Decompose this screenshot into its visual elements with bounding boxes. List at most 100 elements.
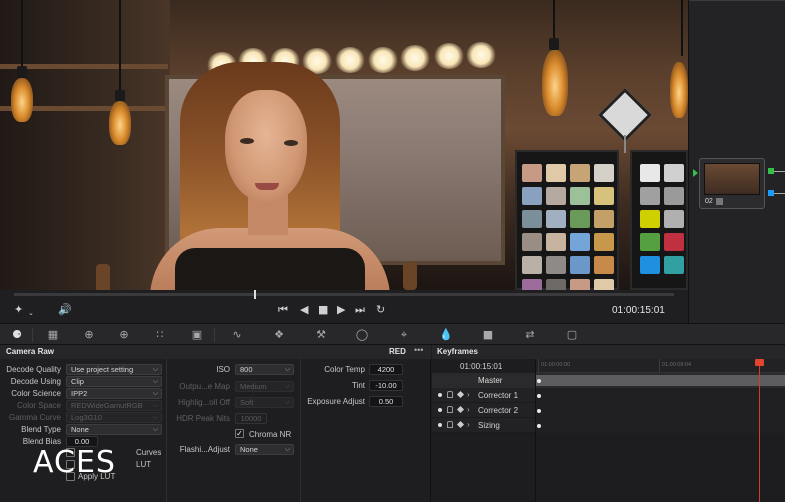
- scrub-playhead[interactable]: [254, 290, 256, 299]
- overlay-caption: ACES: [33, 445, 116, 480]
- color-science-select[interactable]: IPP2 ⌵: [66, 388, 162, 399]
- node-enable-icon[interactable]: [438, 423, 442, 427]
- row-name: Sizing: [478, 421, 500, 430]
- checker-swatch: [640, 256, 660, 274]
- highlight-rolloff-label: Highlig...oll Off: [178, 398, 230, 407]
- scrub-bar[interactable]: [14, 293, 674, 296]
- keyframe-marker[interactable]: [537, 379, 541, 383]
- color-temp-field[interactable]: 4200: [369, 364, 403, 375]
- keyframe-mode-icon[interactable]: [456, 420, 465, 429]
- keyframes-title: Keyframes: [437, 347, 478, 356]
- color-temp-label: Color Temp: [324, 365, 365, 374]
- qualifier-icon[interactable]: ⚒: [314, 328, 328, 341]
- viewer-timecode: 01:00:15:01: [612, 305, 665, 316]
- lock-icon[interactable]: [447, 406, 453, 413]
- camera-raw-header: Camera Raw RED •••: [0, 345, 431, 359]
- cord: [119, 0, 121, 92]
- blend-type-select[interactable]: None ⌵: [66, 424, 162, 435]
- node-input-icon[interactable]: [693, 169, 698, 177]
- bulb: [335, 47, 365, 73]
- color-match-icon[interactable]: ▦: [46, 328, 60, 341]
- node-graph-panel[interactable]: 02: [688, 0, 785, 323]
- color-warper-icon[interactable]: ❖: [272, 328, 286, 341]
- keyframes-playhead[interactable]: [759, 359, 760, 502]
- stop-icon[interactable]: ■: [318, 303, 328, 317]
- highlight-picker-icon[interactable]: ✦: [14, 303, 23, 317]
- chevron-right-icon[interactable]: ›: [467, 405, 470, 414]
- gamma-curve-select[interactable]: Log3G10 ⌵: [66, 412, 162, 423]
- chevron-down-icon: ⌵: [152, 414, 158, 421]
- iso-select[interactable]: 800 ⌵: [235, 364, 294, 375]
- keyframe-marker[interactable]: [537, 394, 541, 398]
- row-track[interactable]: [536, 388, 785, 403]
- go-to-end-icon[interactable]: ⏭: [355, 303, 365, 317]
- play-icon[interactable]: ▶: [337, 303, 345, 317]
- chevron-down-icon: ⌵: [152, 366, 158, 373]
- rgb-mixer-icon[interactable]: ∷: [153, 328, 167, 341]
- keyframe-row-corrector-2[interactable]: › Corrector 2: [432, 403, 785, 418]
- checker-swatch: [570, 256, 590, 274]
- motion-effects-icon[interactable]: ▣: [190, 328, 204, 341]
- color-wheels-icon[interactable]: ⊕: [82, 328, 96, 341]
- output-tone-map-label: Outpu...e Map: [179, 382, 230, 391]
- row-track[interactable]: [536, 418, 785, 433]
- color-node[interactable]: 02: [699, 158, 765, 209]
- checker-swatch: [522, 233, 542, 251]
- decode-using-select[interactable]: Clip ⌵: [66, 376, 162, 387]
- color-space-label: Color Space: [16, 401, 61, 410]
- keyframe-row-sizing[interactable]: › Sizing: [432, 418, 785, 433]
- node-wire: [774, 171, 785, 172]
- decode-quality-select[interactable]: Use project setting ⌵: [66, 364, 162, 375]
- audio-volume-icon[interactable]: 🔊: [58, 303, 72, 317]
- keyframe-marker[interactable]: [537, 424, 541, 428]
- checker-swatch: [640, 210, 660, 228]
- iso-value: 800: [240, 365, 253, 374]
- chevron-right-icon[interactable]: ›: [467, 420, 470, 429]
- keyframe-marker[interactable]: [537, 409, 541, 413]
- keyframe-mode-icon[interactable]: [456, 405, 465, 414]
- checker-swatch: [570, 210, 590, 228]
- chevron-right-icon[interactable]: ›: [467, 390, 470, 399]
- color-space-select[interactable]: REDWideGamutRGB ⌵: [66, 400, 162, 411]
- camera-raw-icon[interactable]: ⚈: [10, 328, 24, 341]
- sizing-icon[interactable]: ⇄: [523, 328, 537, 341]
- curves-icon[interactable]: ∿: [230, 328, 244, 341]
- bulb: [466, 42, 496, 68]
- playhead-handle[interactable]: [755, 359, 764, 366]
- go-to-start-icon[interactable]: ⏮: [278, 303, 288, 317]
- viewer-image[interactable]: [0, 0, 688, 290]
- jar: [96, 264, 110, 290]
- node-panel-border: [689, 0, 785, 1]
- chevron-down-icon: ⌵: [284, 446, 290, 453]
- row-track[interactable]: [536, 403, 785, 418]
- master-track[interactable]: [536, 375, 785, 386]
- window-icon[interactable]: ◯: [355, 328, 369, 341]
- keyframes-ruler[interactable]: 01:00:00:00 01:00:08:04: [536, 359, 785, 373]
- lock-icon[interactable]: [447, 421, 453, 428]
- checker-swatch: [570, 164, 590, 182]
- tracker-icon[interactable]: ⌖: [397, 328, 411, 341]
- checker-swatch: [594, 256, 614, 274]
- node-enable-icon[interactable]: [438, 393, 442, 397]
- chevron-down-icon[interactable]: ⌄: [28, 306, 34, 320]
- chroma-nr-checkbox[interactable]: ✓: [235, 429, 244, 438]
- lock-icon[interactable]: [447, 391, 453, 398]
- blend-type-label: Blend Type: [21, 425, 61, 434]
- flashing-adjust-select[interactable]: None ⌵: [235, 444, 294, 455]
- panel-options-button[interactable]: •••: [414, 345, 423, 355]
- chevron-down-icon: ⌵: [152, 402, 158, 409]
- key-icon[interactable]: ■: [481, 328, 495, 341]
- exposure-adjust-field[interactable]: 0.50: [369, 396, 403, 407]
- blur-icon[interactable]: 💧: [439, 328, 453, 341]
- loop-icon[interactable]: ↻: [376, 303, 385, 317]
- node-enable-icon[interactable]: [438, 408, 442, 412]
- output-tone-map-select[interactable]: Medium ⌵: [235, 381, 294, 392]
- keyframe-row-corrector-1[interactable]: › Corrector 1: [432, 388, 785, 403]
- tint-field[interactable]: -10.00: [369, 380, 403, 391]
- reverse-play-icon[interactable]: ◀: [300, 303, 308, 317]
- 3d-icon[interactable]: ▢: [565, 328, 579, 341]
- highlight-rolloff-select[interactable]: Soft ⌵: [235, 397, 294, 408]
- keyframe-mode-icon[interactable]: [456, 390, 465, 399]
- hdr-peak-nits-field[interactable]: 10000: [235, 413, 267, 424]
- hdr-wheels-icon[interactable]: ⊕: [117, 328, 131, 341]
